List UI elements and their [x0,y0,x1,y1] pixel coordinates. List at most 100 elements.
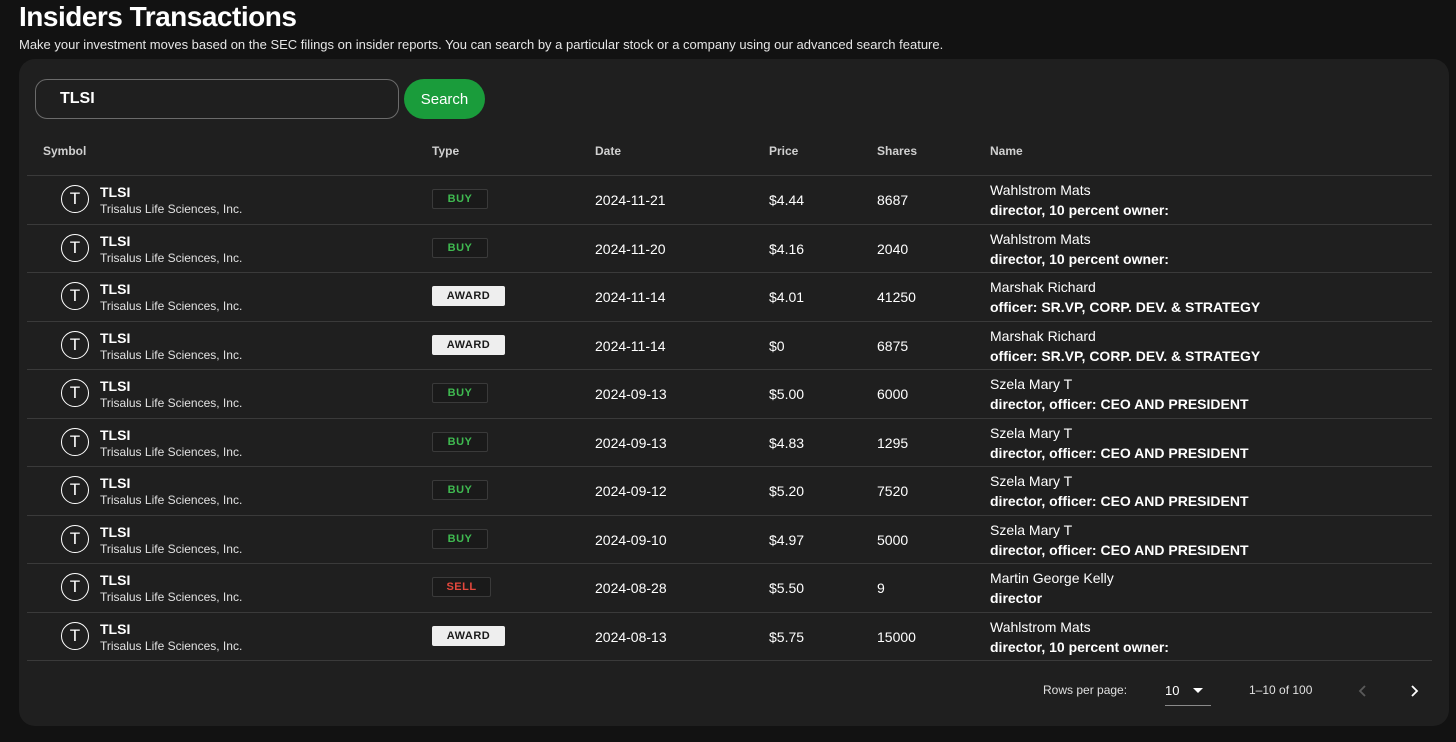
transactions-table: Symbol Type Date Price Shares Name T TLSI… [27,131,1432,661]
avatar: T [61,476,89,504]
column-header-price: Price [769,144,799,158]
price-cell: $4.01 [769,289,805,305]
insider-name: Wahlstrom Mats [990,618,1091,635]
shares-cell: 6000 [877,386,909,402]
shares-cell: 7520 [877,483,909,499]
insider-role: officer: SR.VP, CORP. DEV. & STRATEGY [990,299,1261,315]
type-badge: AWARD [432,286,505,306]
price-cell: $4.97 [769,531,805,548]
symbol-ticker: TLSI [100,184,131,200]
page-title: Insiders Transactions [19,1,297,32]
avatar: T [61,379,89,407]
page-subtitle: Make your investment moves based on the … [19,37,944,52]
symbol-ticker: TLSI [100,426,131,443]
shares-cell: 15000 [877,628,916,645]
symbol-ticker: TLSI [100,620,131,637]
column-header-shares: Shares [877,144,918,158]
table-row[interactable]: T TLSI Trisalus Life Sciences, Inc. BUY 2024… [27,370,1432,419]
insider-role: director, officer: CEO AND PRESIDENT [990,493,1249,509]
price-cell: $5.50 [769,580,805,596]
pagination: Rows per page: 10 1–10 of 100 [19,671,1449,711]
avatar: T [61,573,89,601]
shares-cell: 5000 [877,531,909,548]
symbol-ticker: TLSI [100,329,131,346]
type-badge: BUY [432,528,488,549]
avatar: T [61,282,89,310]
symbol-ticker: TLSI [100,378,131,394]
shares-cell: 6875 [877,337,909,354]
table-row[interactable]: T TLSI Trisalus Life Sciences, Inc. BUY 2024… [27,419,1432,467]
symbol-company: Trisalus Life Sciences, Inc. [100,299,243,313]
column-header-symbol: Symbol [43,144,87,158]
type-badge: SELL [432,577,491,597]
pagination-range: 1–10 of 100 [1249,683,1313,697]
date-cell: 2024-11-20 [595,240,666,257]
insider-role: director, 10 percent owner: [990,202,1169,218]
table-header: Symbol Type Date Price Shares Name [27,131,1432,176]
insider-role: director, officer: CEO AND PRESIDENT [990,444,1249,461]
insider-name: Szela Mary T [990,424,1073,441]
avatar: T [61,524,89,553]
symbol-ticker: TLSI [100,232,131,249]
search-button[interactable]: Search [404,79,485,119]
type-badge: AWARD [432,625,505,646]
date-cell: 2024-08-28 [595,580,667,596]
symbol-ticker: TLSI [100,281,131,297]
type-badge: BUY [432,189,488,209]
symbol-company: Trisalus Life Sciences, Inc. [100,541,243,556]
column-header-type: Type [432,144,460,158]
insider-role: director [990,590,1043,606]
shares-cell: 8687 [877,192,909,208]
table-row[interactable]: T TLSI Trisalus Life Sciences, Inc. BUY 2024… [27,176,1432,225]
price-cell: $5.00 [769,386,805,402]
symbol-ticker: TLSI [100,572,131,588]
chevron-left-icon [1358,685,1366,697]
shares-cell: 1295 [877,434,909,451]
rows-per-page-value: 10 [1165,683,1180,698]
type-badge: BUY [432,480,488,500]
avatar: T [61,621,89,650]
shares-cell: 2040 [877,240,909,257]
rows-per-page-label: Rows per page: [1043,683,1128,697]
shares-cell: 41250 [877,289,916,305]
rows-per-page-select[interactable]: 10 [1165,675,1211,706]
search-input[interactable] [35,79,399,119]
symbol-company: Trisalus Life Sciences, Inc. [100,444,243,459]
date-cell: 2024-09-13 [595,434,667,451]
price-cell: $5.75 [769,628,805,645]
symbol-ticker: TLSI [100,523,131,540]
table-row[interactable]: T TLSI Trisalus Life Sciences, Inc. SELL 202… [27,564,1432,613]
date-cell: 2024-09-12 [595,483,667,499]
table-row[interactable]: T TLSI Trisalus Life Sciences, Inc. BUY 2024… [27,516,1432,564]
insider-role: director, 10 percent owner: [990,250,1169,267]
symbol-company: Trisalus Life Sciences, Inc. [100,250,243,265]
table-row[interactable]: T TLSI Trisalus Life Sciences, Inc. AWARD 20… [27,322,1432,370]
insider-name: Marshak Richard [990,279,1096,295]
insider-name: Szela Mary T [990,473,1073,489]
transactions-card: Search Symbol Type Date Price Shares Nam… [19,59,1449,726]
symbol-company: Trisalus Life Sciences, Inc. [100,202,243,216]
symbol-company: Trisalus Life Sciences, Inc. [100,396,243,410]
date-cell: 2024-11-14 [595,337,666,354]
price-cell: $4.44 [769,192,805,208]
symbol-company: Trisalus Life Sciences, Inc. [100,493,243,507]
insiders-transactions-page: Insiders Transactions Make your investme… [0,0,1456,742]
chevron-down-icon [1193,688,1203,693]
avatar: T [61,330,89,359]
avatar: T [61,185,89,213]
insider-name: Szela Mary T [990,521,1073,538]
table-row[interactable]: T TLSI Trisalus Life Sciences, Inc. AWARD 20… [27,273,1432,322]
price-cell: $5.20 [769,483,805,499]
type-badge: AWARD [432,334,505,355]
insider-role: officer: SR.VP, CORP. DEV. & STRATEGY [990,347,1261,364]
insider-name: Martin George Kelly [990,570,1114,586]
prev-page-button[interactable] [1349,677,1377,705]
insider-role: director, 10 percent owner: [990,638,1169,655]
date-cell: 2024-11-14 [595,289,666,305]
chevron-right-icon [1411,685,1419,697]
table-row[interactable]: T TLSI Trisalus Life Sciences, Inc. BUY 2024… [27,225,1432,273]
table-body: T TLSI Trisalus Life Sciences, Inc. BUY 2024… [27,176,1432,661]
table-row[interactable]: T TLSI Trisalus Life Sciences, Inc. AWARD 20… [27,613,1432,661]
next-page-button[interactable] [1400,677,1428,705]
table-row[interactable]: T TLSI Trisalus Life Sciences, Inc. BUY 2024… [27,467,1432,516]
